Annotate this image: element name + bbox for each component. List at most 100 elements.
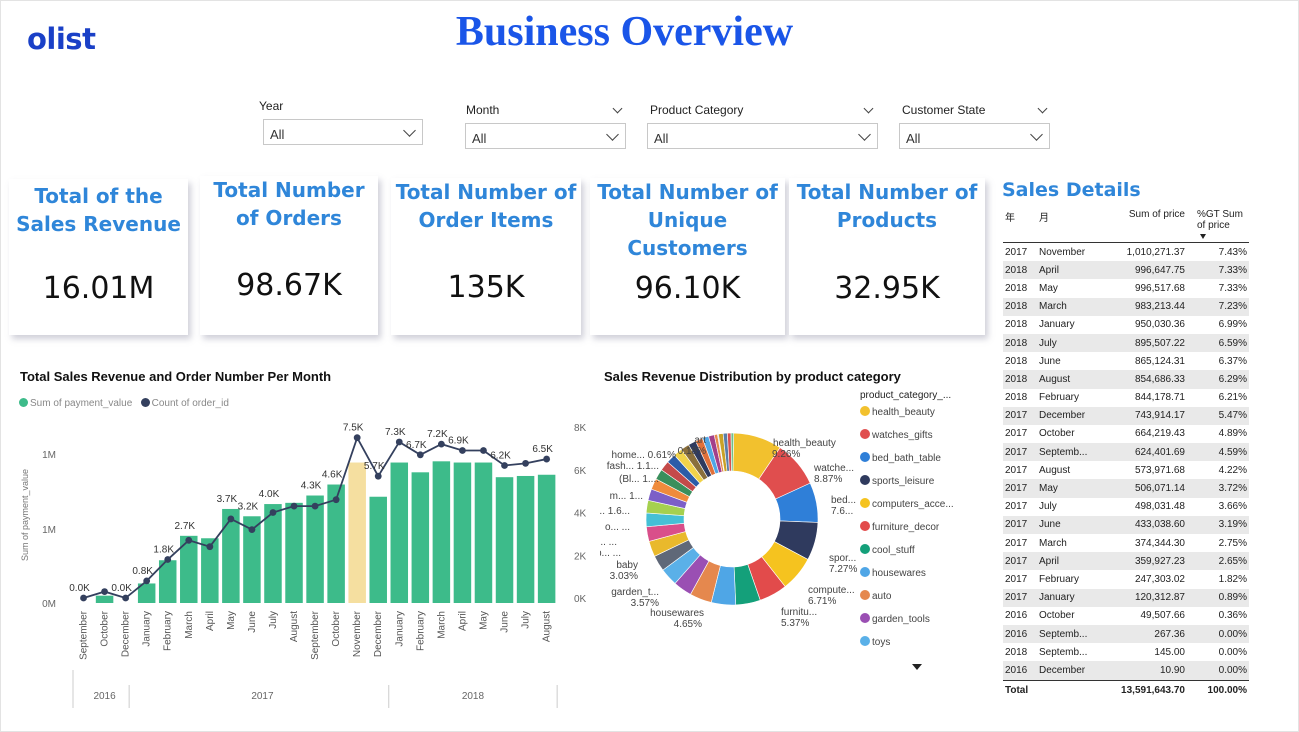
table-row[interactable]: 2017 Septemb... 624,401.69 4.59% bbox=[1003, 443, 1249, 462]
table-row[interactable]: 2017 February 247,303.02 1.82% bbox=[1003, 570, 1249, 588]
table-row[interactable]: 2017 April 359,927.23 2.65% bbox=[1003, 552, 1249, 571]
data-label: 0.0K bbox=[111, 583, 132, 594]
column-header-sum-of-price[interactable]: Sum of price bbox=[1103, 206, 1187, 243]
table-row[interactable]: 2017 January 120,312.87 0.89% bbox=[1003, 588, 1249, 607]
cell-pct-gt: 4.22% bbox=[1218, 464, 1247, 476]
column-header-year[interactable]: 年 bbox=[1003, 206, 1037, 243]
table-row[interactable]: 2018 January 950,030.36 6.99% bbox=[1003, 316, 1249, 334]
cell-pct-gt: 5.47% bbox=[1187, 406, 1249, 425]
year-dropdown[interactable]: All bbox=[263, 119, 423, 145]
table-row[interactable]: 2018 May 996,517.68 7.33% bbox=[1003, 279, 1249, 297]
pie-legend-item[interactable]: health_beauty bbox=[860, 406, 954, 429]
kpi-title: Total Number of Products bbox=[796, 180, 978, 232]
table-row[interactable]: 2017 May 506,071.14 3.72% bbox=[1003, 479, 1249, 498]
pie-legend-item[interactable]: housewares bbox=[860, 567, 954, 590]
customer-state-slicer-label: Customer State bbox=[902, 103, 986, 117]
legend-dot-icon bbox=[860, 521, 870, 531]
data-label: 4.3K bbox=[301, 481, 322, 492]
customer-state-dropdown[interactable]: All bbox=[899, 123, 1050, 149]
month-tick-label: May bbox=[226, 611, 237, 630]
chevron-down-icon bbox=[606, 127, 619, 142]
table-row[interactable]: 2018 June 865,124.31 6.37% bbox=[1003, 352, 1249, 370]
legend-item-revenue[interactable]: Sum of payment_value bbox=[19, 398, 132, 409]
kpi-card-sales-revenue: Total of the Sales Revenue 16.01M bbox=[9, 179, 188, 335]
pie-callout-label: baby bbox=[616, 560, 638, 571]
legend-dot-icon bbox=[860, 429, 870, 439]
table-row[interactable]: 2016 December 10.90 0.00% bbox=[1003, 661, 1249, 680]
cell-sum-of-price: 506,071.14 bbox=[1103, 479, 1187, 498]
table-row[interactable]: 2017 October 664,219.43 4.89% bbox=[1003, 425, 1249, 443]
bar bbox=[411, 472, 430, 603]
combo-chart-legend: Sum of payment_value Count of order_id bbox=[19, 398, 229, 409]
product-category-dropdown[interactable]: All bbox=[647, 123, 878, 149]
pie-legend-item[interactable]: sports_leisure bbox=[860, 475, 954, 498]
pie-legend-item[interactable]: auto bbox=[860, 590, 954, 613]
table-row[interactable]: 2017 August 573,971.68 4.22% bbox=[1003, 461, 1249, 479]
legend-dot-icon bbox=[140, 398, 150, 407]
table-row[interactable]: 2018 August 854,686.33 6.29% bbox=[1003, 370, 1249, 389]
cell-year: 2018 bbox=[1005, 355, 1028, 367]
pie-chart-title: Sales Revenue Distribution by product ca… bbox=[604, 369, 901, 384]
pie-callout-label: p... ... bbox=[600, 548, 621, 559]
table-row[interactable]: 2017 November 1,010,271.37 7.43% bbox=[1003, 243, 1249, 262]
data-label: 3.2K bbox=[238, 501, 259, 512]
data-label: 6.5K bbox=[532, 444, 553, 455]
pie-callout-label: spor... bbox=[829, 553, 856, 564]
table-row[interactable]: 2018 April 996,647.75 7.33% bbox=[1003, 261, 1249, 280]
table-row[interactable]: 2018 July 895,507.22 6.59% bbox=[1003, 333, 1249, 353]
data-label: 4.0K bbox=[259, 489, 280, 500]
table-row[interactable]: 2016 Septemb... 267.36 0.00% bbox=[1003, 624, 1249, 644]
bar bbox=[306, 495, 324, 603]
pie-legend-item[interactable]: watches_gifts bbox=[860, 429, 954, 452]
cell-sum-of-price: 374,344.30 bbox=[1134, 537, 1185, 549]
column-header-pct-gt[interactable]: %GT Sum of price bbox=[1187, 206, 1249, 243]
pie-legend-item[interactable]: toys bbox=[860, 636, 954, 659]
month-dropdown[interactable]: All bbox=[465, 123, 626, 149]
table-row[interactable]: 2018 Septemb... 145.00 0.00% bbox=[1003, 643, 1249, 661]
line-point bbox=[143, 577, 151, 585]
pie-legend-item[interactable]: cool_stuff bbox=[860, 544, 954, 567]
cell-year: 2017 bbox=[1003, 552, 1037, 571]
pie-legend-item[interactable]: furniture_decor bbox=[860, 521, 954, 544]
cell-month: March bbox=[1039, 537, 1067, 549]
sort-desc-icon bbox=[1200, 234, 1206, 239]
legend-item-orders[interactable]: Count of order_id bbox=[140, 398, 229, 409]
line-point bbox=[290, 502, 298, 510]
data-label: 6.9K bbox=[448, 436, 469, 447]
cell-year: 2018 bbox=[1003, 370, 1037, 389]
data-label: 2.7K bbox=[174, 521, 195, 532]
chevron-down-icon[interactable] bbox=[612, 101, 623, 115]
table-row[interactable]: 2017 July 498,031.48 3.66% bbox=[1003, 498, 1249, 516]
pie-callout-label: bed... bbox=[831, 495, 856, 506]
kpi-value: 98.67K bbox=[236, 268, 342, 303]
kpi-card-order-items: Total Number of Order Items 135K bbox=[391, 178, 581, 335]
month-tick-label: June bbox=[500, 611, 511, 633]
line-point bbox=[80, 594, 87, 602]
pie-callout-pct: 6.71% bbox=[808, 596, 836, 607]
kpi-value: 96.10K bbox=[634, 271, 741, 306]
kpi-card-products: Total Number of Products 32.95K bbox=[789, 178, 985, 335]
table-row[interactable]: 2017 December 743,914.17 5.47% bbox=[1003, 406, 1249, 425]
table-row[interactable]: 2018 March 983,213.44 7.23% bbox=[1003, 297, 1249, 316]
chevron-down-icon[interactable] bbox=[1037, 101, 1048, 115]
line-point bbox=[480, 447, 487, 454]
pie-callout-label: furnitu... bbox=[781, 607, 817, 618]
cell-sum-of-price: 498,031.48 bbox=[1134, 501, 1185, 513]
cell-month: October bbox=[1039, 610, 1075, 622]
table-row[interactable]: 2016 October 49,507.66 0.36% bbox=[1003, 607, 1249, 625]
table-row[interactable]: 2017 June 433,038.60 3.19% bbox=[1003, 515, 1249, 534]
pie-callout-label: o... ... bbox=[605, 522, 630, 533]
pie-legend-item[interactable]: computers_acce... bbox=[860, 498, 954, 521]
column-header-month[interactable]: 月 bbox=[1037, 206, 1103, 243]
legend-scroll-down-icon[interactable] bbox=[912, 664, 922, 670]
cell-month: May bbox=[1039, 282, 1058, 294]
legend-dot-icon bbox=[860, 590, 870, 600]
table-row[interactable]: 2018 February 844,178.71 6.21% bbox=[1003, 389, 1249, 407]
chevron-down-icon[interactable] bbox=[863, 101, 874, 115]
pie-legend-item[interactable]: bed_bath_table bbox=[860, 452, 954, 475]
month-tick-label: May bbox=[478, 611, 489, 630]
cell-year: 2017 bbox=[1005, 573, 1028, 585]
pie-callout-pct: 7.6... bbox=[831, 506, 853, 517]
pie-legend-item[interactable]: garden_tools bbox=[860, 613, 954, 636]
table-row[interactable]: 2017 March 374,344.30 2.75% bbox=[1003, 534, 1249, 552]
